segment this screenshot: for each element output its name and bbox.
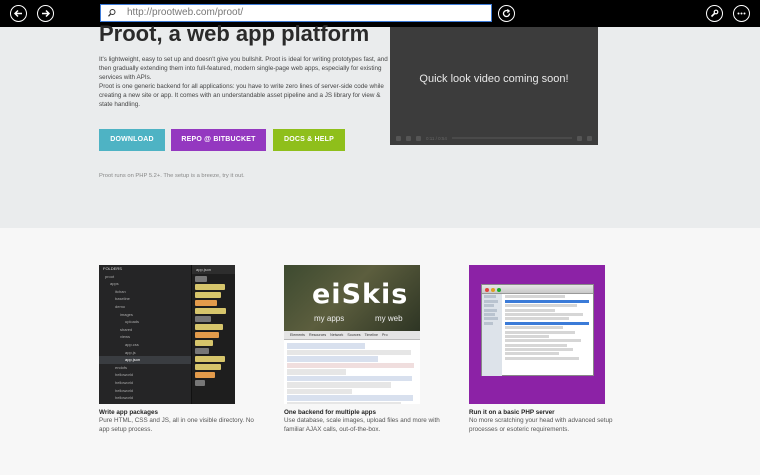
server-screenshot bbox=[469, 265, 605, 404]
folders-header: FOLDERS bbox=[103, 266, 122, 271]
devtools-tab: Resources bbox=[308, 333, 327, 337]
folder-tree-item: shared bbox=[120, 326, 133, 332]
folder-tree-item: helloworld bbox=[115, 395, 134, 401]
address-bar[interactable]: http://prootweb.com/proot/ bbox=[100, 4, 492, 22]
play-icon[interactable] bbox=[396, 135, 401, 141]
folder-tree-item: apps bbox=[110, 281, 119, 287]
forward-arrow-icon[interactable] bbox=[37, 5, 54, 22]
folder-tree-item: baseline bbox=[115, 296, 130, 302]
devtools-tabs: Elements Resources Network Sources Timel… bbox=[284, 331, 420, 340]
video-placeholder-text: Quick look video coming soon! bbox=[419, 73, 569, 85]
feature-title-1: Write app packages bbox=[99, 409, 159, 416]
devtools-screenshot: eiSkis my apps my web Elements Resources… bbox=[284, 265, 420, 404]
folder-tree-item: helloworld bbox=[115, 379, 134, 385]
url-text[interactable]: http://prootweb.com/proot/ bbox=[127, 5, 243, 21]
devtools-tab: Sources bbox=[347, 333, 361, 337]
page-icon bbox=[101, 5, 122, 21]
back-arrow-icon[interactable] bbox=[10, 5, 27, 22]
minimize-dot-icon bbox=[491, 287, 495, 292]
feature-desc-1: Pure HTML, CSS and JS, all in one visibl… bbox=[99, 417, 254, 433]
page-title: Proot, a web app platform bbox=[99, 21, 370, 46]
docs-button[interactable]: DOCS & HELP bbox=[273, 129, 345, 151]
settings-icon[interactable] bbox=[577, 135, 582, 141]
devtools-tab: Pro bbox=[382, 333, 388, 337]
volume-icon[interactable] bbox=[416, 135, 421, 141]
folder-tree-item: helloworld bbox=[115, 387, 134, 393]
folder-tree-item: views bbox=[120, 334, 131, 340]
folder-tree-item: endofs bbox=[115, 364, 128, 370]
folder-tree-item: images bbox=[120, 311, 133, 317]
fullscreen-icon[interactable] bbox=[587, 135, 592, 141]
folder-tree-item: app.json bbox=[99, 356, 191, 364]
close-dot-icon bbox=[485, 287, 489, 292]
feature-title-3: Run it on a basic PHP server bbox=[469, 409, 555, 416]
app-banner: eiSkis my apps my web bbox=[284, 265, 420, 331]
feature-desc-3: No more scratching your head with advanc… bbox=[469, 417, 613, 433]
folder-tree: FOLDERS proot apps itchan baseline demo images… bbox=[99, 265, 192, 404]
hero-section: Proot, a web app platform It's lightweig… bbox=[0, 21, 760, 228]
banner-link-1: my apps bbox=[314, 314, 345, 323]
folder-tree-item: app.js bbox=[125, 349, 136, 355]
folder-tree-item: helloworld bbox=[115, 372, 134, 378]
folder-tree-item: app.css bbox=[125, 341, 139, 347]
zoom-dot-icon bbox=[497, 287, 501, 292]
wrench-icon[interactable] bbox=[706, 5, 723, 22]
editor-tab: app.json bbox=[192, 265, 235, 274]
devtools-tab: Timeline bbox=[364, 333, 378, 337]
repo-button[interactable]: REPO @ BITBUCKET bbox=[171, 129, 266, 151]
folder-tree-item: itchan bbox=[115, 288, 126, 294]
video-progress-bar[interactable] bbox=[451, 137, 572, 139]
download-button[interactable]: DOWNLOAD bbox=[99, 129, 165, 151]
file-browser-window bbox=[481, 284, 594, 376]
banner-link-2: my web bbox=[375, 314, 403, 323]
eiskis-logo: eiSkis bbox=[312, 279, 409, 310]
features-section: FOLDERS proot apps itchan baseline demo images… bbox=[0, 228, 760, 475]
php-note: Proot runs on PHP 5.2+. The setup is a b… bbox=[99, 173, 245, 179]
next-icon[interactable] bbox=[406, 135, 411, 141]
file-browser-sidebar bbox=[482, 294, 502, 376]
devtools-tab: Elements bbox=[290, 333, 305, 337]
video-player[interactable]: Quick look video coming soon! 0:11 / 0:5… bbox=[390, 27, 598, 145]
folder-tree-item: demo bbox=[115, 303, 126, 309]
feature-desc-2: Use database, scale images, upload files… bbox=[284, 417, 440, 433]
feature-title-2: One backend for multiple apps bbox=[284, 409, 377, 416]
window-titlebar bbox=[482, 285, 593, 294]
editor-screenshot: FOLDERS proot apps itchan baseline demo images… bbox=[99, 265, 235, 404]
video-controls: 0:11 / 0:54 bbox=[390, 131, 598, 145]
video-time: 0:11 / 0:54 bbox=[426, 135, 447, 141]
folder-tree-item: proot bbox=[105, 273, 115, 279]
intro-paragraph-1: It's lightweight, easy to set up and doe… bbox=[99, 56, 388, 81]
intro-paragraph-2: Proot is one generic backend for all app… bbox=[99, 83, 384, 108]
devtools-console bbox=[287, 343, 417, 404]
code-pane: app.json bbox=[192, 265, 235, 404]
more-icon[interactable] bbox=[733, 5, 750, 22]
refresh-icon[interactable] bbox=[498, 5, 515, 22]
folder-tree-item: uploads bbox=[125, 319, 140, 325]
devtools-tab: Network bbox=[330, 333, 344, 337]
file-list bbox=[503, 294, 593, 376]
